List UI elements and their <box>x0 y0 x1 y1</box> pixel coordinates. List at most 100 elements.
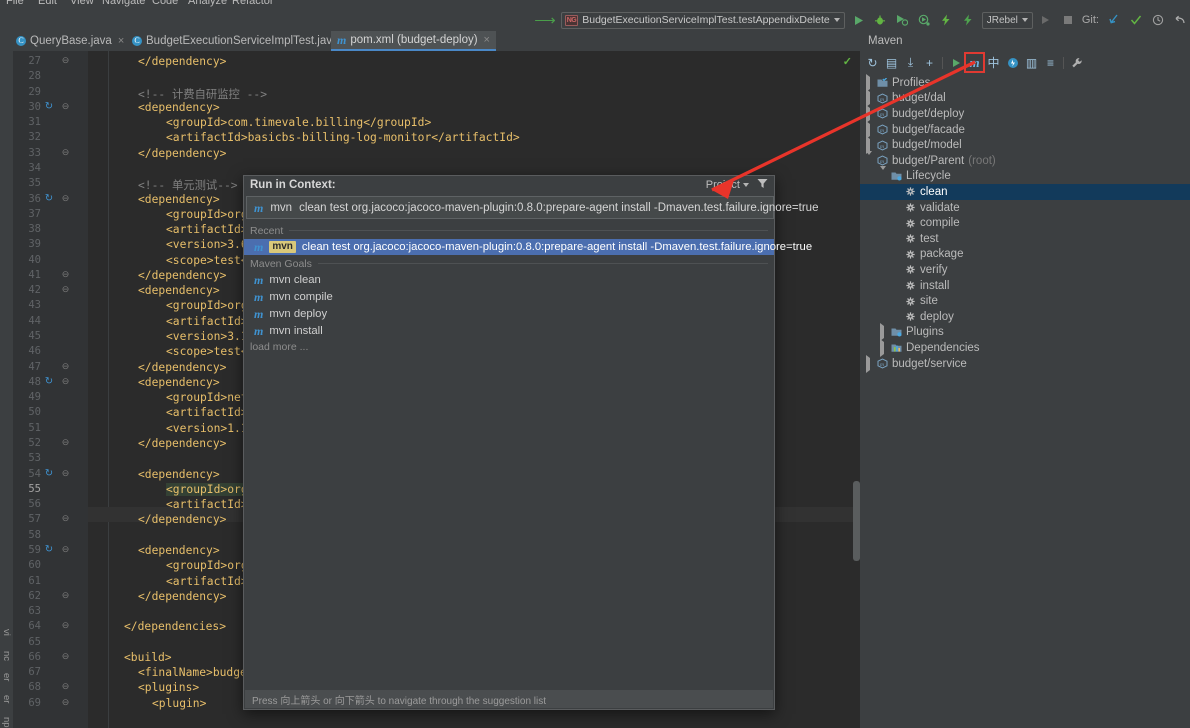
maven-tree-item-install[interactable]: install <box>860 278 1190 294</box>
tree-twisty-expanded[interactable] <box>866 150 876 167</box>
tree-twisty-collapsed[interactable] <box>866 120 876 139</box>
load-more-link[interactable]: load more ... <box>250 341 308 353</box>
maven-reimport-gutter-icon[interactable]: ↻ <box>44 193 54 204</box>
menu-item-code[interactable]: Code <box>152 0 178 7</box>
suggestion-item-mvn-install[interactable]: m mvn install <box>244 323 774 339</box>
maven-tree-item-budget-deploy[interactable]: m budget/deploy <box>860 104 1190 123</box>
fold-toggle-icon[interactable]: ⊖ <box>61 285 70 294</box>
close-icon[interactable]: × <box>484 34 490 46</box>
execute-maven-goal-icon[interactable]: m <box>964 52 985 73</box>
maven-tree-item-budget-service[interactable]: m budget/service <box>860 354 1190 373</box>
reload-all-maven-projects-icon[interactable]: ↻ <box>863 53 882 72</box>
maven-tree-item-plugins[interactable]: Plugins <box>860 323 1190 342</box>
history-icon[interactable] <box>1149 12 1166 29</box>
menu-item-analyze[interactable]: Analyze <box>188 0 227 7</box>
run-maven-build-icon[interactable] <box>946 53 965 72</box>
maven-tree-item-site[interactable]: site <box>860 293 1190 309</box>
maven-tree-item-budget-model[interactable]: m budget/model <box>860 136 1190 155</box>
menu-bar[interactable]: File Edit View Navigate Code Analyze Ref… <box>0 0 1190 9</box>
tree-twisty-collapsed[interactable] <box>880 323 890 342</box>
fold-toggle-icon[interactable]: ⊖ <box>61 651 70 661</box>
maven-tree-item-test[interactable]: test <box>860 231 1190 247</box>
filter-icon[interactable] <box>757 178 768 192</box>
fold-toggle-icon[interactable]: ⊖ <box>61 514 70 523</box>
maven-tree-item-validate[interactable]: validate <box>860 200 1190 216</box>
inspection-status-icon[interactable]: ✓ <box>843 55 852 68</box>
tree-twisty-collapsed[interactable] <box>866 89 876 108</box>
fold-toggle-icon[interactable]: ⊖ <box>61 101 70 111</box>
maven-tree-item-compile[interactable]: compile <box>860 215 1190 231</box>
strip-label-3[interactable]: er <box>1 695 12 703</box>
collapse-all-icon[interactable]: ≡ <box>1041 53 1060 72</box>
strip-label-2[interactable]: er <box>1 673 12 681</box>
stop-icon[interactable] <box>1060 12 1077 29</box>
profiler-icon[interactable] <box>916 12 933 29</box>
suggestion-item-mvn-clean[interactable]: m mvn clean <box>244 272 774 288</box>
maven-reimport-gutter-icon[interactable]: ↻ <box>44 468 54 479</box>
maven-command-input[interactable]: m mvn clean test org.jacoco:jacoco-maven… <box>246 196 818 219</box>
jrebel-selector[interactable]: JRebel <box>981 11 1033 29</box>
fold-toggle-icon[interactable]: ⊖ <box>61 438 70 447</box>
maven-tree-item-lifecycle[interactable]: Lifecycle <box>860 166 1190 185</box>
editor-gutter[interactable]: 27 ⊖ 28 29 30 ⊖ ↻ 31 32 33 ⊖ 34 35 36 ⊖ ↻ 37 38 39 40 41 ⊖ 42 ⊖… <box>13 51 88 728</box>
menu-item-refactor[interactable]: Refactor <box>232 0 274 7</box>
fold-toggle-icon[interactable]: ⊖ <box>61 361 70 371</box>
debug-icon[interactable] <box>872 12 889 29</box>
maven-tree-item-budget-facade[interactable]: m budget/facade <box>860 120 1190 139</box>
strip-label-0[interactable]: vi <box>1 629 12 636</box>
maven-reimport-gutter-icon[interactable]: ↻ <box>44 376 54 387</box>
maven-tree-item-deploy[interactable]: deploy <box>860 309 1190 325</box>
attach-debugger-icon[interactable] <box>1038 12 1055 29</box>
maven-tree-item-budget-dal[interactable]: m budget/dal <box>860 89 1190 108</box>
menu-item-edit[interactable]: Edit <box>38 0 57 7</box>
maven-tree-item-dependencies[interactable]: Dependencies <box>860 338 1190 357</box>
tab-budgetexecutionserviceimpltest-java[interactable]: C BudgetExecutionServiceImplTest.java × <box>126 31 357 51</box>
tree-twisty-collapsed[interactable] <box>866 354 876 373</box>
fold-toggle-icon[interactable]: ⊖ <box>61 590 70 600</box>
tree-twisty-collapsed[interactable] <box>866 136 876 155</box>
suggestion-item-mvn-deploy[interactable]: m mvn deploy <box>244 306 774 322</box>
fold-toggle-icon[interactable]: ⊖ <box>61 193 70 203</box>
maven-reimport-gutter-icon[interactable]: ↻ <box>44 544 54 555</box>
menu-item-file[interactable]: File <box>6 0 24 7</box>
toggle-skip-tests-icon[interactable]: 中 <box>984 53 1003 72</box>
tree-twisty-expanded[interactable] <box>880 166 890 183</box>
maven-tree-item-verify[interactable]: verify <box>860 262 1190 278</box>
run-in-context-popup[interactable]: Run in Context: Project m mvn clean test… <box>243 175 818 710</box>
fold-toggle-icon[interactable]: ⊖ <box>61 621 70 630</box>
tree-twisty-collapsed[interactable] <box>866 73 876 92</box>
tree-twisty-collapsed[interactable] <box>880 338 890 357</box>
maven-tree-item-profiles[interactable]: Profiles <box>860 73 1190 92</box>
fold-toggle-icon[interactable]: ⊖ <box>61 544 70 554</box>
fold-toggle-icon[interactable]: ⊖ <box>61 269 70 279</box>
strip-label-4[interactable]: np <box>1 717 12 728</box>
maven-tree-item-budget-parent[interactable]: m budget/Parent (root) <box>860 150 1190 169</box>
commit-icon[interactable] <box>1127 12 1144 29</box>
toggle-offline-icon[interactable] <box>1003 53 1022 72</box>
search-icon[interactable]: ⟶ <box>534 13 556 28</box>
chevron-down-icon[interactable] <box>743 183 749 187</box>
popup-scope-selector[interactable]: Project <box>706 179 749 191</box>
maven-project-tree[interactable]: Profiles m budget/dal m budget/deploy m budget… <box>860 73 1190 728</box>
fold-toggle-icon[interactable]: ⊖ <box>61 56 70 65</box>
fold-toggle-icon[interactable]: ⊖ <box>61 468 70 478</box>
generate-sources-icon[interactable]: ▤ <box>882 53 901 72</box>
command-value[interactable]: clean test org.jacoco:jacoco-maven-plugi… <box>299 202 818 214</box>
vertical-scrollbar[interactable] <box>853 481 860 561</box>
show-dependencies-icon[interactable]: ▥ <box>1022 53 1041 72</box>
close-icon[interactable]: × <box>118 35 124 47</box>
chevron-down-icon[interactable] <box>833 18 840 22</box>
run-configuration-selector[interactable]: NG BudgetExecutionServiceImplTest.testAp… <box>560 11 845 29</box>
rollback-icon[interactable] <box>1171 12 1188 29</box>
suggestion-item-mvn-compile[interactable]: m mvn compile <box>244 289 774 305</box>
suggestion-item-recent-0[interactable]: m mvn clean test org.jacoco:jacoco-maven… <box>244 239 812 255</box>
fold-toggle-icon[interactable]: ⊖ <box>61 147 70 157</box>
tab-pom-xml[interactable]: m pom.xml (budget-deploy) × <box>331 31 496 51</box>
download-sources-icon[interactable]: ⤓ <box>901 53 920 72</box>
update-project-icon[interactable] <box>1105 12 1122 29</box>
fold-toggle-icon[interactable]: ⊖ <box>61 697 70 707</box>
hotswap-debug-icon[interactable] <box>960 12 977 29</box>
run-with-coverage-icon[interactable] <box>894 12 911 29</box>
chevron-down-icon[interactable] <box>1021 18 1028 22</box>
maven-reimport-gutter-icon[interactable]: ↻ <box>44 101 54 112</box>
